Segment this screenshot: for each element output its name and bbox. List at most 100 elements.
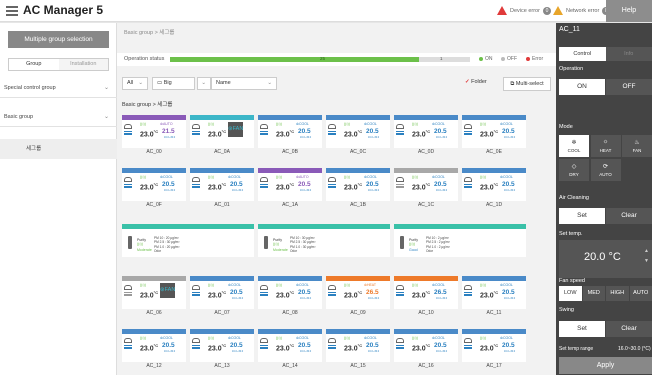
ac-unit-card[interactable]: ((•)) ⊛AUTO 23.0°C 21.5 16.0~30.0 <box>122 115 186 148</box>
sidebar-item-basic-group[interactable]: Basic group ⌄ <box>0 107 117 127</box>
current-temp: 23.0°C <box>344 343 363 353</box>
temp-stepper[interactable]: ▲ ▼ <box>644 246 649 266</box>
fan-low-button[interactable]: LOW <box>559 286 582 301</box>
set-temp: 20.5 <box>502 128 515 135</box>
mode-cool-button[interactable]: ❄ COOL <box>559 135 589 157</box>
ac-unit-card[interactable]: ((•)) ⊛COOL 23.0°C 20.5 16.0~30.0 <box>326 115 390 148</box>
set-temp-control[interactable]: 20.0 °C ▲ ▼ <box>559 240 652 278</box>
ac-unit-card[interactable]: ((•)) ⊛COOL 23.0°C 20.5 16.0~30.0 <box>394 115 458 148</box>
mode-auto-button[interactable]: ⟳ AUTO <box>590 158 621 181</box>
air-cleaning-set-button[interactable]: Set <box>559 208 605 224</box>
mode-heat-button[interactable]: ☼ HEAT <box>590 135 621 157</box>
chevron-down-icon: ⌄ <box>103 114 109 120</box>
tab-info[interactable]: Info <box>605 47 652 61</box>
air-purifier-card[interactable]: Purify ((•)) Good PM 10 : 2 μg/m³ PM 2.5… <box>394 224 526 257</box>
device-error-indicator[interactable]: Device error 0 <box>497 6 551 15</box>
indoor-unit-icon <box>396 338 404 343</box>
sidebar-item-special-control-group[interactable]: Special control group ⌄ <box>0 78 117 98</box>
temp-range: 16.0~30.0 <box>504 350 516 353</box>
ac-unit-card[interactable]: ((•)) ⊛COOL 23.0°C 20.5 16.0~30.0 <box>258 115 322 148</box>
apply-button[interactable]: Apply <box>559 357 652 374</box>
ac-unit-card[interactable]: ((•)) ⊛FAN 23.0°C <box>190 115 254 148</box>
ac-unit-card[interactable]: ((•)) ⊛HEAT 23.0°C 26.5 16.0~30.0 <box>326 276 390 309</box>
filter-select[interactable]: All ⌄ <box>122 77 148 90</box>
ac-unit-card[interactable]: ((•)) ⊛COOL 23.0°C 20.5 16.0~30.0 <box>122 168 186 201</box>
hamburger-menu-icon[interactable] <box>6 6 18 16</box>
card-name: AC_1B <box>350 202 366 208</box>
ac-unit-card[interactable]: ((•)) ⊛COOL 23.0°C 20.5 16.0~30.0 <box>190 168 254 201</box>
airflow-icon <box>260 131 268 136</box>
fan-high-button[interactable]: HIGH <box>606 286 629 301</box>
mode-label: ⊛COOL <box>432 283 445 287</box>
ac-unit-card[interactable]: ((•)) ⊛COOL 23.0°C 20.5 16.0~30.0 <box>190 329 254 362</box>
air-purifier-card[interactable]: Purify ((•)) Moderate PM 10 : 30 μg/m³ P… <box>258 224 390 257</box>
ac-unit-card[interactable]: ((•)) ⊛COOL 23.0°C 20.5 16.0~30.0 <box>462 329 526 362</box>
ac-unit-card[interactable]: ((•)) ⊛COOL 23.0°C 20.5 16.0~30.0 <box>190 276 254 309</box>
fan-auto-button[interactable]: AUTO <box>629 286 652 301</box>
view-size-select[interactable]: ▭ Big <box>152 77 195 90</box>
multi-select-button[interactable]: ⧉ Multi-select <box>503 77 551 91</box>
multiple-group-selection-button[interactable]: Multiple group selection <box>8 31 109 48</box>
airflow-icon <box>328 184 336 189</box>
card-status-bar <box>394 224 526 229</box>
ac-unit-card[interactable]: ((•)) ⊛COOL 23.0°C 20.5 16.0~30.0 <box>326 329 390 362</box>
help-button[interactable]: Help <box>606 0 652 22</box>
airflow-icon <box>396 131 404 136</box>
set-temp: 20.5 <box>366 342 379 349</box>
temp-range: 16.0~30.0 <box>300 189 312 192</box>
ac-unit-card[interactable]: ((•)) ⊛COOL 23.0°C 20.5 16.0~30.0 <box>122 329 186 362</box>
airflow-icon <box>464 131 472 136</box>
operation-off-button[interactable]: OFF <box>606 79 652 95</box>
network-error-indicator[interactable]: Network error 0 <box>553 6 611 15</box>
tab-group[interactable]: Group <box>9 59 59 70</box>
temp-range: 16.0~30.0 <box>504 189 516 192</box>
card-name: AC_09 <box>350 310 366 316</box>
indoor-unit-icon <box>260 177 268 182</box>
current-temp: 23.0°C <box>412 129 431 139</box>
card-name: AC_1A <box>282 202 298 208</box>
ac-unit-card[interactable]: ((•)) ⊛COOL 23.0°C 20.5 16.0~30.0 <box>462 168 526 201</box>
tab-control[interactable]: Control <box>559 47 606 61</box>
ac-unit-card[interactable]: ((•)) ⊛AUTO 23.0°C 20.5 16.0~30.0 <box>258 168 322 201</box>
ac-unit-card[interactable]: ((•)) ⊛FAN 23.0°C <box>122 276 186 309</box>
view-size-dropdown[interactable]: ⌄ <box>197 77 211 90</box>
ac-unit-card[interactable]: ((•)) ⊛COOL 23.0°C 20.5 16.0~30.0 <box>326 168 390 201</box>
status-icons: ((•)) <box>273 242 279 246</box>
folder-toggle[interactable]: ✓ Folder <box>465 79 487 85</box>
airflow-icon <box>260 184 268 189</box>
set-temp: 20.5 <box>434 342 447 349</box>
swing-clear-button[interactable]: Clear <box>606 321 652 337</box>
air-purifier-card[interactable]: Purify ((•)) Moderate PM 10 : 20 μg/m³ P… <box>122 224 254 257</box>
mode-label: ⊛COOL <box>364 175 377 179</box>
ac-unit-card[interactable]: ((•)) ⊛COOL 23.0°C 20.5 16.0~30.0 <box>394 329 458 362</box>
indoor-unit-icon <box>464 338 472 343</box>
sort-select[interactable]: Name ⌄ <box>211 77 277 90</box>
sidebar-subitem-selected[interactable]: 세그룹 <box>0 139 117 159</box>
ac-unit-card[interactable]: ((•)) ⊛COOL 23.0°C 20.5 16.0~30.0 <box>394 168 458 201</box>
temp-range: 16.0~30.0 <box>504 297 516 300</box>
ac-unit-card[interactable]: ((•)) ⊛COOL 23.0°C 20.5 16.0~30.0 <box>462 276 526 309</box>
mode-dry-button[interactable]: ◇ DRY <box>559 158 589 181</box>
ac-unit-card[interactable]: ((•)) ⊛COOL 23.0°C 20.5 16.0~30.0 <box>258 329 322 362</box>
air-purifier-icon <box>400 236 404 249</box>
status-icons: ((•)) <box>276 283 282 287</box>
card-name: AC_01 <box>214 202 230 208</box>
indoor-unit-icon <box>396 124 404 129</box>
fan-med-button[interactable]: MED <box>582 286 605 301</box>
ac-unit-card[interactable]: ((•)) ⊛COOL 23.0°C 20.5 16.0~30.0 <box>462 115 526 148</box>
chevron-down-icon[interactable]: ▼ <box>644 256 649 266</box>
airflow-icon <box>396 345 404 350</box>
mode-fan-button[interactable]: ♨ FAN <box>622 135 652 157</box>
air-cleaning-clear-button[interactable]: Clear <box>606 208 652 224</box>
current-temp: 23.0°C <box>480 343 499 353</box>
tab-installation[interactable]: Installation <box>58 59 108 70</box>
indoor-unit-icon <box>260 338 268 343</box>
chevron-up-icon[interactable]: ▲ <box>644 246 649 256</box>
set-temp-range-label: Set temp range <box>559 346 594 352</box>
operation-on-button[interactable]: ON <box>559 79 605 95</box>
operation-status-bar: 25 1 <box>170 56 470 62</box>
swing-set-button[interactable]: Set <box>559 321 605 337</box>
ac-unit-card[interactable]: ((•)) ⊛COOL 23.0°C 26.5 16.0~30.0 <box>394 276 458 309</box>
ac-unit-card[interactable]: ((•)) ⊛COOL 23.0°C 20.5 16.0~30.0 <box>258 276 322 309</box>
temp-range: 16.0~30.0 <box>232 189 244 192</box>
